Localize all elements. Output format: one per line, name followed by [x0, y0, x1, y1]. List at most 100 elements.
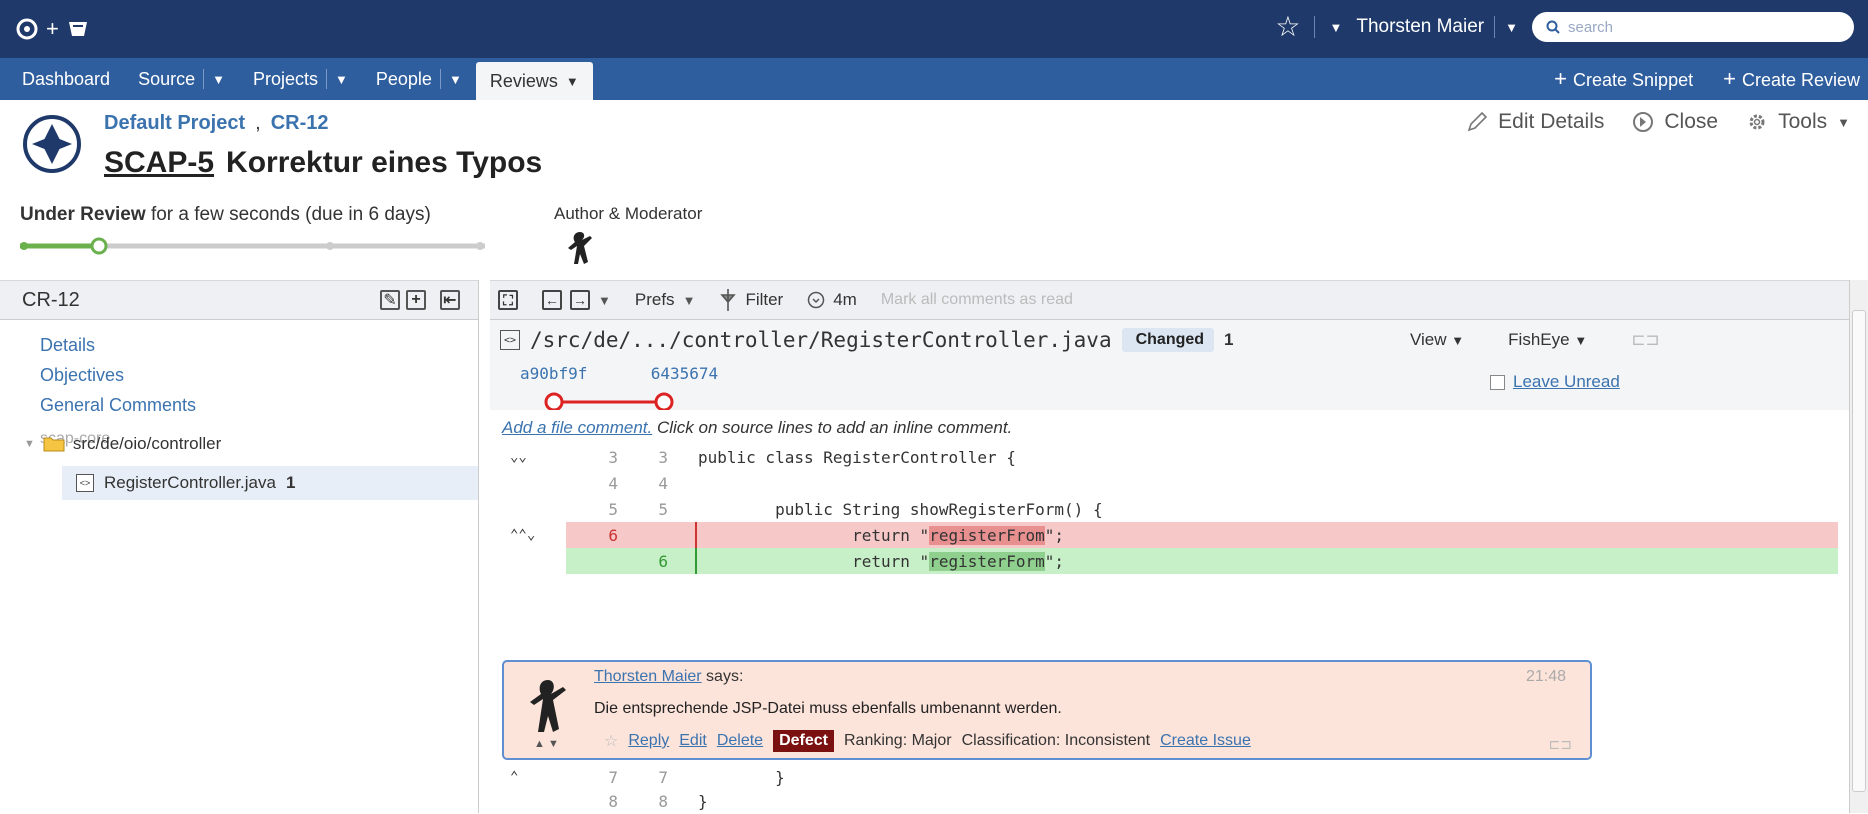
collapse-icon[interactable]: ⊏⊐	[1631, 330, 1660, 350]
sidebar-item-general-comments[interactable]: General Comments	[40, 390, 478, 420]
checkbox[interactable]	[1490, 374, 1505, 390]
hint-text: Click on source lines to add an inline c…	[652, 418, 1013, 437]
collapse-sidebar-icon[interactable]: ⇤	[440, 290, 460, 310]
nav-dashboard[interactable]: Dashboard	[8, 58, 124, 100]
time-spent[interactable]: 4m	[807, 290, 857, 310]
breadcrumb-review[interactable]: CR-12	[271, 112, 329, 135]
fisheye-menu[interactable]: FishEye ▼	[1508, 330, 1587, 350]
chevron-down-icon: ▼	[1837, 114, 1850, 130]
favourites-star-icon[interactable]: ☆	[1275, 10, 1300, 44]
nav-dashboard-label: Dashboard	[22, 68, 111, 89]
expand-down-icon[interactable]: ⌃	[510, 769, 518, 785]
close-label: Close	[1664, 110, 1719, 133]
defect-badge: Defect	[773, 730, 834, 752]
fullscreen-icon[interactable]: ⛶	[498, 290, 518, 310]
tools-menu[interactable]: Tools ▼	[1746, 110, 1850, 134]
plus-icon: +	[1723, 66, 1736, 91]
vertical-scrollbar[interactable]	[1849, 280, 1868, 813]
revision-slider[interactable]	[540, 392, 680, 412]
mark-all-read-button[interactable]: Mark all comments as read	[881, 291, 1073, 309]
create-snippet-button[interactable]: + Create Snippet	[1554, 66, 1693, 92]
issue-key-link[interactable]: SCAP-5	[104, 146, 214, 179]
code-line[interactable]: ⌃ 7 7 }	[490, 764, 1840, 790]
breadcrumb-project[interactable]: Default Project	[104, 112, 245, 135]
project-avatar-icon	[23, 115, 81, 173]
search-input[interactable]: search	[1532, 12, 1854, 42]
comment-toggle-icon[interactable]: ⌃⌃⌄	[510, 527, 535, 543]
delete-link[interactable]: Delete	[717, 732, 763, 750]
tree-expand-icon[interactable]: ▼	[24, 438, 35, 450]
user-menu[interactable]: Thorsten Maier ▼	[1356, 16, 1518, 38]
comment-author-link[interactable]: Thorsten Maier	[594, 668, 702, 685]
added-line-bg: 6 return "registerForm";	[566, 548, 1838, 574]
view-menu[interactable]: View ▼	[1410, 330, 1464, 350]
avatar[interactable]	[526, 676, 570, 736]
old-line-number: 5	[608, 499, 618, 519]
edit-link[interactable]: Edit	[679, 732, 707, 750]
nav-source[interactable]: Source ▼	[124, 58, 239, 100]
comment-actions: ☆ Reply Edit Delete Defect Ranking: Majo…	[604, 730, 1251, 752]
create-issue-link[interactable]: Create Issue	[1160, 732, 1251, 750]
nav-people[interactable]: People ▼	[362, 58, 476, 100]
next-arrow-icon[interactable]: →	[570, 290, 590, 310]
leave-unread-label[interactable]: Leave Unread	[1513, 372, 1620, 392]
user-avatar-icon[interactable]	[562, 228, 598, 268]
top-bar: + ☆ ▼ Thorsten Maier ▼ search	[0, 0, 1868, 58]
add-file-comment-link[interactable]: Add a file comment.	[502, 418, 652, 437]
fisheye-logo-icon	[16, 18, 38, 40]
sidebar-item-details[interactable]: Details	[40, 330, 478, 360]
diff-view: Add a file comment. Click on source line…	[490, 410, 1868, 813]
new-line-number: 6	[658, 552, 668, 571]
divider	[203, 69, 205, 89]
file-path-text[interactable]: /src/de/.../controller/RegisterControlle…	[530, 328, 1112, 352]
code-line-removed[interactable]: ⌃⌃⌄ 6 return "registerFrom";	[490, 522, 1840, 548]
code-line[interactable]: ⌄⌄ 3 3 public class RegisterController {	[490, 444, 1840, 470]
create-review-label: Create Review	[1741, 70, 1860, 90]
sidebar-item-objectives[interactable]: Objectives	[40, 360, 478, 390]
tree-folder[interactable]: ▼ src/de/oio/controller	[24, 434, 221, 454]
code-line[interactable]: 8 8 }	[490, 788, 1840, 814]
previous-arrow-icon[interactable]: ←	[542, 290, 562, 310]
divider	[1494, 16, 1496, 38]
tree-file[interactable]: <> RegisterController.java 1	[62, 466, 478, 500]
filter-button[interactable]: Filter	[719, 289, 783, 311]
divider	[439, 69, 441, 89]
file-path: <> /src/de/.../controller/RegisterContro…	[500, 328, 1234, 352]
edit-icon[interactable]: ✎	[380, 290, 400, 310]
leave-unread-checkbox[interactable]: Leave Unread	[1490, 372, 1620, 392]
prefs-menu[interactable]: Prefs ▼	[635, 290, 696, 310]
filter-icon	[720, 289, 737, 311]
divider	[1314, 16, 1316, 38]
chevron-down-icon[interactable]: ▼	[598, 293, 611, 308]
code-line[interactable]: 5 5 public String showRegisterForm() {	[490, 496, 1840, 522]
favourites-dropdown-caret-icon[interactable]: ▼	[1329, 20, 1342, 35]
close-review-button[interactable]: Close	[1632, 110, 1718, 134]
status-label: Under Review	[20, 204, 146, 225]
reply-link[interactable]: Reply	[628, 732, 669, 750]
vote-arrows-icon[interactable]: ▲ ▼	[534, 738, 559, 750]
expand-up-icon[interactable]: ⌄⌄	[510, 449, 527, 465]
revision-to[interactable]: 6435674	[651, 364, 718, 383]
code-suffix: ";	[1044, 552, 1065, 571]
ranking-text: Ranking: Major	[843, 732, 952, 749]
code-line-added[interactable]: 6 return "registerForm";	[490, 548, 1840, 574]
like-icon[interactable]: ☆	[604, 731, 618, 751]
collapse-comment-icon[interactable]: ⊏⊐	[1549, 736, 1572, 753]
add-icon[interactable]: +	[406, 290, 426, 310]
scrollbar-thumb[interactable]	[1852, 310, 1866, 792]
code-line[interactable]: 4 4	[490, 470, 1840, 496]
new-line-number: 4	[658, 473, 668, 493]
top-right-area: ☆ ▼ Thorsten Maier ▼ search	[1275, 10, 1854, 44]
revision-labels: a90bf9f 6435674	[520, 364, 718, 383]
app-logo[interactable]: +	[16, 12, 89, 46]
edit-details-button[interactable]: Edit Details	[1466, 110, 1604, 134]
comment-hint: Add a file comment. Click on source line…	[502, 418, 1012, 438]
diff-marker	[695, 548, 697, 574]
revision-from[interactable]: a90bf9f	[520, 364, 587, 383]
nav-projects[interactable]: Projects ▼	[239, 58, 362, 100]
java-file-icon: <>	[500, 330, 520, 350]
view-menus: View ▼ FishEye ▼ ⊏⊐	[1410, 330, 1660, 350]
file-header: <> /src/de/.../controller/RegisterContro…	[490, 320, 1868, 412]
nav-reviews[interactable]: Reviews ▼	[475, 62, 593, 100]
create-review-button[interactable]: + Create Review	[1723, 66, 1860, 92]
